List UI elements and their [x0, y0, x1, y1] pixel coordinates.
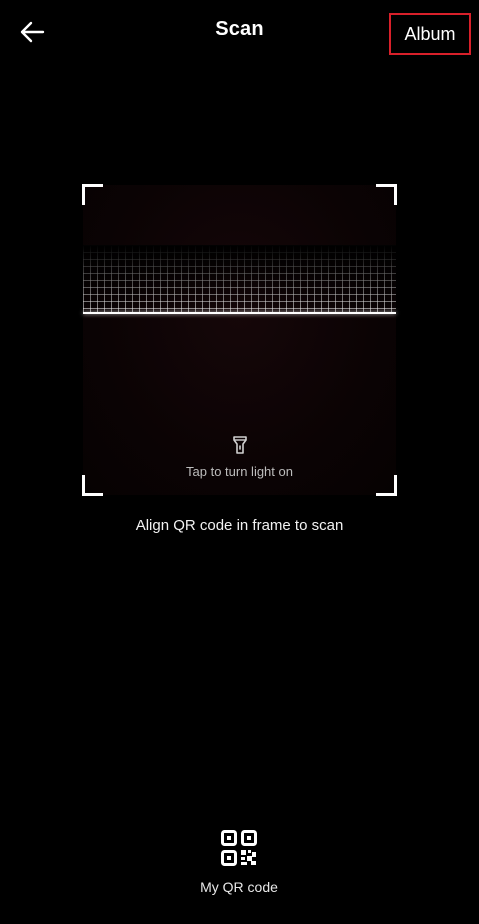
- my-qr-code-button[interactable]: My QR code: [189, 830, 289, 895]
- album-button[interactable]: Album: [389, 13, 471, 55]
- scan-line: [83, 312, 396, 314]
- scan-instructions: Align QR code in frame to scan: [135, 517, 344, 534]
- flashlight-label: Tap to turn light on: [186, 464, 293, 479]
- frame-corner-top-left: [82, 184, 103, 205]
- top-bar: Scan Album: [0, 0, 479, 62]
- flashlight-icon: [232, 436, 247, 454]
- qr-code-icon: [221, 830, 257, 866]
- scan-grid-animation: [83, 245, 396, 313]
- flashlight-toggle[interactable]: Tap to turn light on: [83, 435, 396, 479]
- scan-frame: Tap to turn light on: [82, 184, 397, 496]
- frame-corner-top-right: [376, 184, 397, 205]
- my-qr-code-label: My QR code: [200, 879, 278, 895]
